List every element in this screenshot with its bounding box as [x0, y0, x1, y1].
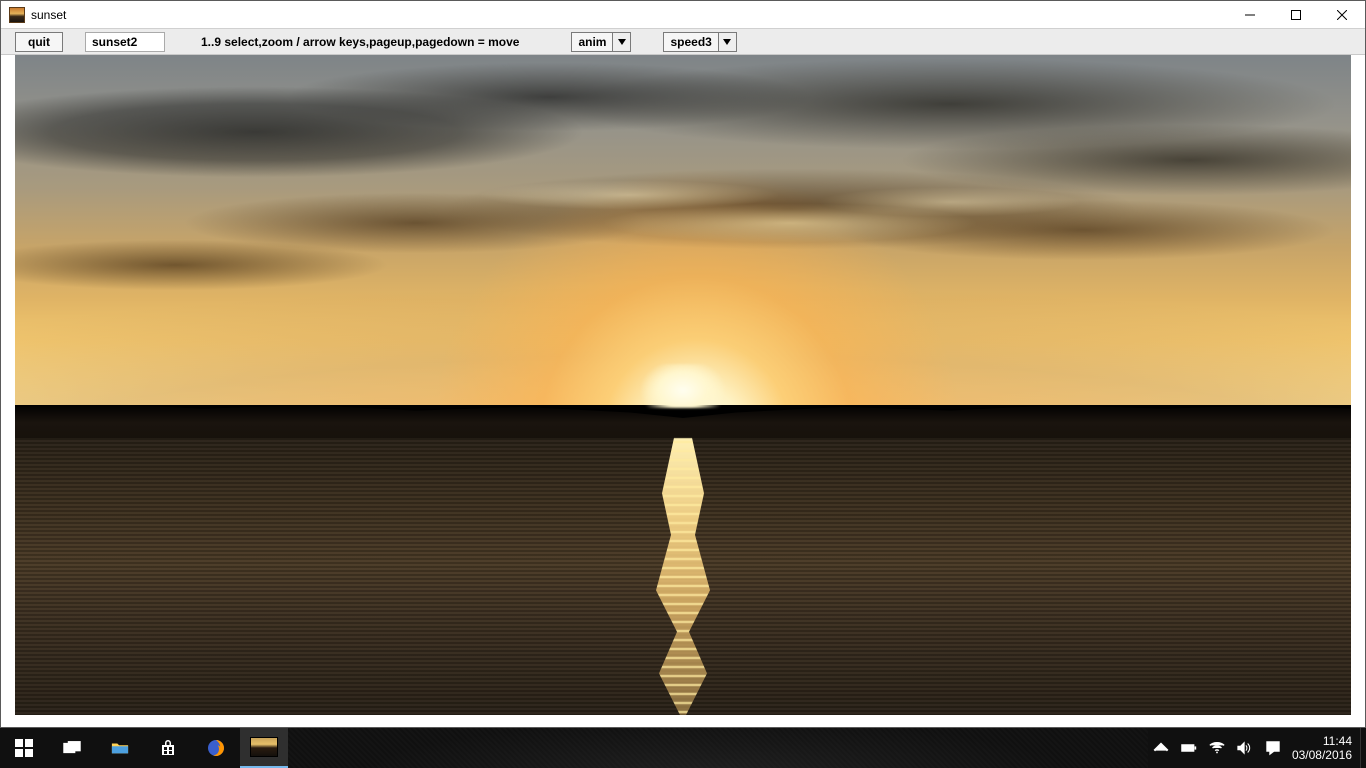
- taskbar-clock[interactable]: 11:44 03/08/2016: [1288, 734, 1360, 762]
- action-center-icon[interactable]: [1264, 739, 1282, 757]
- maximize-button[interactable]: [1273, 1, 1319, 29]
- titlebar[interactable]: sunset: [1, 1, 1365, 29]
- keyboard-hint: 1..9 select,zoom / arrow keys,pageup,pag…: [201, 35, 519, 49]
- anim-select-label: anim: [572, 35, 612, 49]
- speed-select[interactable]: speed3: [663, 32, 736, 52]
- start-button[interactable]: [0, 728, 48, 768]
- volume-icon[interactable]: [1236, 739, 1254, 757]
- image-canvas[interactable]: [15, 55, 1351, 715]
- file-explorer-button[interactable]: [96, 728, 144, 768]
- anim-select[interactable]: anim: [571, 32, 631, 52]
- firefox-icon: [207, 739, 225, 757]
- toolbar: quit sunset2 1..9 select,zoom / arrow ke…: [1, 29, 1365, 55]
- wifi-icon[interactable]: [1208, 739, 1226, 757]
- show-desktop-button[interactable]: [1360, 728, 1366, 768]
- quit-button[interactable]: quit: [15, 32, 63, 52]
- window-title: sunset: [31, 8, 66, 22]
- taskbar: 11:44 03/08/2016: [0, 728, 1366, 768]
- sky-layer: [15, 55, 1351, 405]
- task-view-icon: [63, 739, 81, 757]
- dropdown-arrow-icon: [612, 33, 630, 51]
- sunset-thumb-icon: [250, 737, 278, 757]
- close-button[interactable]: [1319, 1, 1365, 29]
- taskbar-spacer: [288, 728, 1148, 768]
- firefox-button[interactable]: [192, 728, 240, 768]
- clock-date: 03/08/2016: [1292, 748, 1352, 762]
- store-button[interactable]: [144, 728, 192, 768]
- task-view-button[interactable]: [48, 728, 96, 768]
- store-icon: [159, 739, 177, 757]
- filename-field[interactable]: sunset2: [85, 32, 165, 52]
- app-window: sunset quit sunset2 1..9 select,zoom / a…: [0, 0, 1366, 728]
- minimize-button[interactable]: [1227, 1, 1273, 29]
- sun-glow: [638, 364, 728, 408]
- app-icon: [9, 7, 25, 23]
- clock-time: 11:44: [1292, 734, 1352, 748]
- windows-icon: [15, 739, 33, 757]
- dropdown-arrow-icon: [718, 33, 736, 51]
- battery-icon[interactable]: [1180, 739, 1198, 757]
- speed-select-label: speed3: [664, 35, 717, 49]
- taskbar-app-sunset[interactable]: [240, 728, 288, 768]
- system-tray[interactable]: [1148, 728, 1288, 768]
- folder-icon: [111, 739, 129, 757]
- tray-overflow-icon[interactable]: [1152, 739, 1170, 757]
